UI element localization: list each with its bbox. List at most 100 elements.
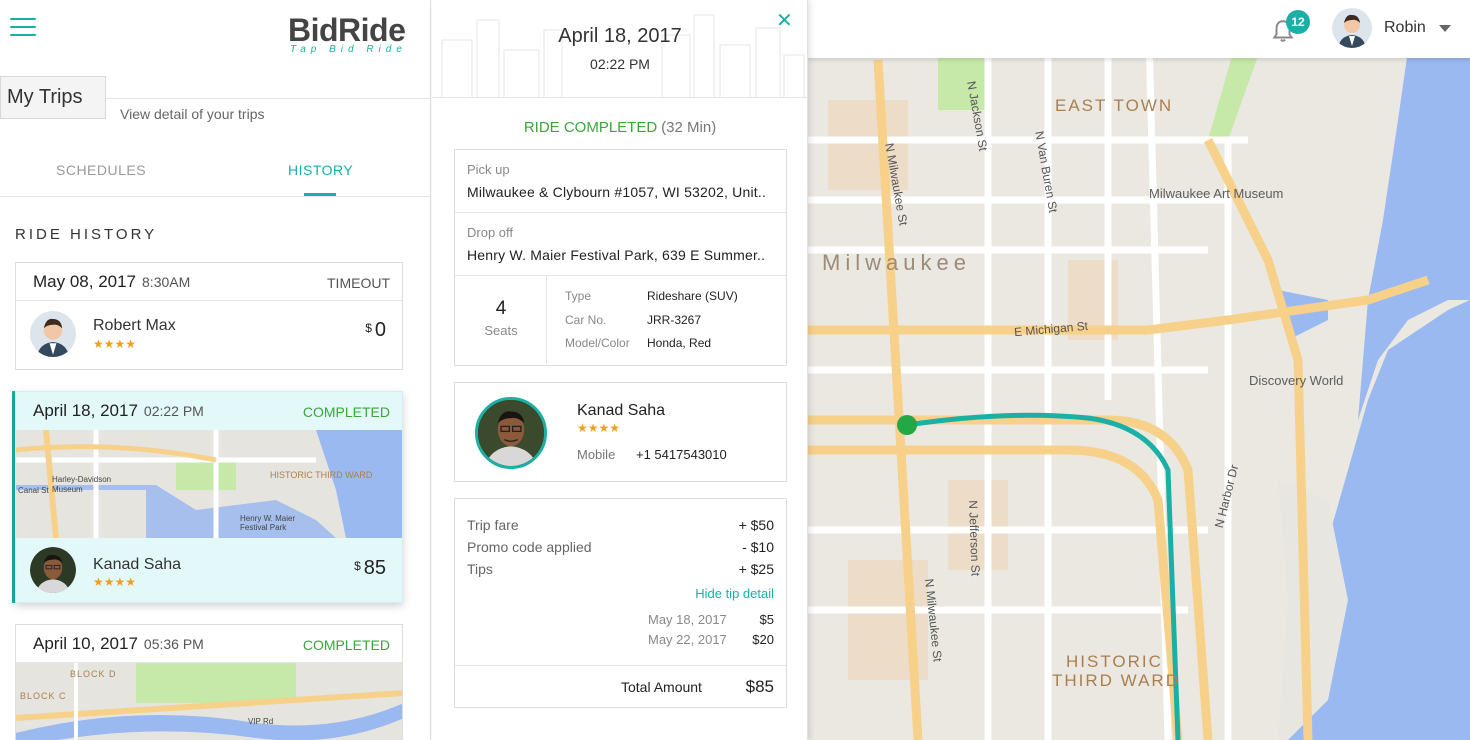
- map-street-label: Canal St: [18, 486, 49, 495]
- route-map[interactable]: EAST TOWN HISTORIC THIRD WARD Milwaukee …: [808, 0, 1470, 740]
- map-district-label: BLOCK C: [20, 691, 67, 701]
- hide-tip-detail-link[interactable]: Hide tip detail: [695, 586, 774, 601]
- map-city-label: Milwaukee: [822, 250, 971, 275]
- origin-marker: [897, 415, 917, 435]
- ride-card-body: Kanad Saha ★★★★ $85: [16, 538, 402, 602]
- ride-date: April 10, 2017 05:36 PM: [33, 634, 204, 653]
- model-color: Honda, Red: [647, 336, 712, 350]
- tip-date: May 22, 2017: [648, 632, 727, 647]
- car-number: JRR-3267: [647, 313, 702, 327]
- tab-schedules[interactable]: SCHEDULES: [56, 162, 146, 178]
- ride-price: $85: [354, 557, 386, 579]
- pickup-row: Pick up Milwaukee & Clybourn #1057, WI 5…: [455, 150, 786, 213]
- user-name[interactable]: Robin: [1384, 19, 1426, 37]
- driver-mobile[interactable]: +1 5417543010: [636, 447, 727, 462]
- avatar: [30, 311, 76, 357]
- ride-card-selected[interactable]: April 18, 2017 02:22 PM COMPLETED HISTORI…: [15, 391, 403, 603]
- ride-time: 02:22 PM: [143, 403, 204, 419]
- total-label: Total Amount: [621, 679, 702, 695]
- seats-count: 4: [495, 298, 507, 319]
- divider: [0, 196, 430, 197]
- notification-badge[interactable]: 12: [1286, 10, 1310, 34]
- driver-box: Kanad Saha ★★★★ Mobile +1 5417543010: [454, 382, 787, 482]
- car-number-label: Car No.: [565, 313, 607, 327]
- avatar: [30, 547, 76, 593]
- map-district-label: EAST TOWN: [1055, 96, 1174, 115]
- ride-status: COMPLETED: [302, 637, 390, 653]
- ride-date: April 18, 2017 02:22 PM: [33, 401, 204, 420]
- route-line: [906, 412, 1181, 740]
- driver-name: Kanad Saha: [577, 402, 666, 419]
- pickup-address: Milwaukee & Clybourn #1057, WI 53202, Un…: [467, 184, 767, 200]
- star-rating-icon: ★★★★: [93, 337, 137, 351]
- ride-mini-map: BLOCK D BLOCK C VIP Rd: [16, 663, 402, 740]
- trip-status: RIDE COMPLETED (32 Min): [523, 119, 717, 136]
- dropoff-address: Henry W. Maier Festival Park, 639 E Summ…: [467, 247, 766, 263]
- ride-card-header: May 08, 2017 8:30AM TIMEOUT: [16, 263, 402, 301]
- map-poi-label: Discovery World: [1249, 373, 1344, 388]
- ride-card-header: April 10, 2017 05:36 PM COMPLETED: [16, 625, 402, 663]
- page-title: My Trips: [0, 76, 106, 119]
- divider: [455, 665, 786, 666]
- map-district-label: BLOCK D: [70, 669, 117, 679]
- driver-avatar: [475, 397, 547, 469]
- seats-label: Seats: [484, 323, 518, 338]
- ride-price: $0: [365, 319, 386, 341]
- driver-name: Robert Max: [93, 317, 176, 334]
- tab-history[interactable]: HISTORY: [288, 162, 353, 178]
- ride-date: May 08, 2017 8:30AM: [33, 272, 191, 291]
- driver-name: Kanad Saha: [93, 556, 182, 573]
- section-title: RIDE HISTORY: [15, 226, 158, 243]
- map-poi-label: Harley-Davidson Museum: [52, 475, 112, 494]
- map-street-label: VIP Rd: [248, 717, 274, 726]
- fare-row: Trip fare + $50: [467, 517, 774, 533]
- seats-cell: 4 Seats: [455, 276, 547, 364]
- mobile-label: Mobile: [577, 447, 616, 462]
- ride-mini-map: HISTORIC THIRD WARD Harley-Davidson Muse…: [16, 430, 402, 538]
- map-poi-label: Milwaukee Art Museum: [1149, 186, 1284, 201]
- dropoff-label: Drop off: [467, 225, 514, 240]
- ride-card-body: Robert Max ★★★★ $0: [16, 301, 402, 369]
- vehicle-info: 4 Seats Type Rideshare (SUV) Car No. JRR…: [455, 276, 786, 364]
- star-rating-icon: ★★★★: [577, 421, 621, 435]
- ride-status: COMPLETED: [302, 404, 390, 420]
- ride-card[interactable]: May 08, 2017 8:30AM TIMEOUT Robert Max ★★…: [15, 262, 403, 370]
- ride-time: 05:36 PM: [143, 636, 204, 652]
- fare-row: Promo code applied - $10: [467, 539, 774, 555]
- skyline-illustration: [441, 14, 805, 97]
- model-color-label: Model/Color: [565, 336, 630, 350]
- map-district-label: HISTORIC THIRD WARD: [270, 470, 373, 480]
- close-icon[interactable]: ✕: [776, 8, 793, 33]
- top-bar: 12 Robin: [808, 0, 1470, 58]
- dropoff-row: Drop off Henry W. Maier Festival Park, 6…: [455, 213, 786, 276]
- fare-row: Tips + $25: [467, 561, 774, 577]
- vehicle-type: Rideshare (SUV): [647, 289, 738, 303]
- user-avatar[interactable]: [1332, 8, 1372, 48]
- ride-status: TIMEOUT: [327, 275, 390, 291]
- map-street-label: N Jefferson St: [966, 500, 983, 577]
- ride-time: 8:30AM: [142, 274, 191, 290]
- ride-card-header: April 18, 2017 02:22 PM COMPLETED: [16, 392, 402, 430]
- trips-panel: BidRide Tap Bid Ride My Trips View detai…: [0, 0, 431, 740]
- trip-detail-panel: April 18, 2017 02:22 PM ✕ RIDE COMPLETED…: [432, 0, 808, 740]
- fare-box: Trip fare + $50 Promo code applied - $10 T…: [454, 498, 787, 708]
- trip-detail-header: April 18, 2017 02:22 PM ✕: [432, 0, 808, 98]
- star-rating-icon: ★★★★: [93, 575, 137, 589]
- tip-date: May 18, 2017: [648, 612, 727, 627]
- tip-amount: $20: [752, 632, 774, 647]
- trip-info-box: Pick up Milwaukee & Clybourn #1057, WI 5…: [454, 149, 787, 366]
- logo-tagline: Tap Bid Ride: [290, 44, 407, 55]
- total-amount: $85: [745, 677, 774, 696]
- vehicle-type-label: Type: [565, 289, 592, 303]
- page-subtitle: View detail of your trips: [120, 106, 265, 122]
- menu-icon[interactable]: [10, 18, 36, 38]
- chevron-down-icon[interactable]: [1439, 25, 1451, 32]
- trip-date: April 18, 2017: [558, 25, 682, 47]
- map-poi-label: Henry W. Maier Festival Park: [240, 514, 296, 532]
- map-district-label: THIRD WARD: [1052, 671, 1180, 690]
- trip-time: 02:22 PM: [590, 56, 650, 72]
- ride-card[interactable]: April 10, 2017 05:36 PM COMPLETED BLOCK D…: [15, 624, 403, 740]
- map-district-label: HISTORIC: [1066, 652, 1163, 671]
- pickup-label: Pick up: [467, 162, 510, 177]
- tip-amount: $5: [759, 612, 774, 627]
